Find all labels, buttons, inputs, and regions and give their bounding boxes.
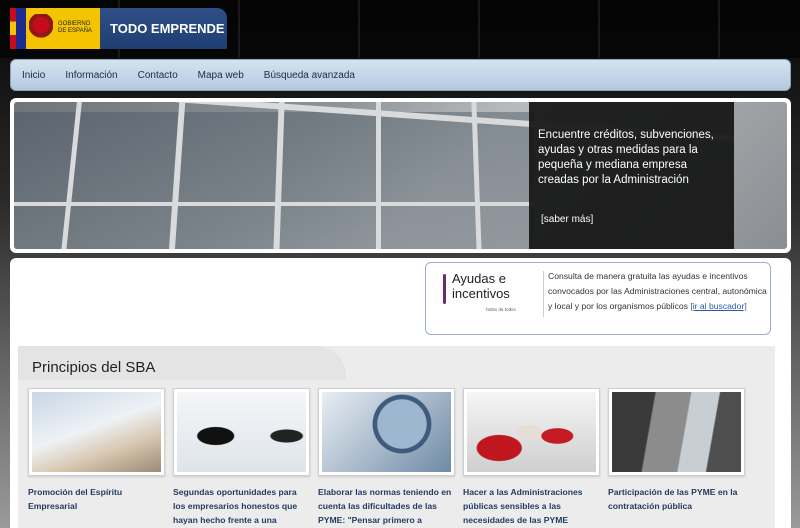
hero-image: Encuentre créditos, subvenciones, ayudas… [14,102,787,249]
principio-card[interactable]: Segundas oportunidades para los empresar… [173,388,310,527]
beam [14,202,534,206]
nav-item-contacto[interactable]: Contacto [138,70,178,81]
card-caption[interactable]: Promoción del Espíritu Empresarial [28,485,165,513]
ayudas-description: Consulta de manera gratuita las ayudas e… [548,269,768,314]
hero-banner: Encuentre créditos, subvenciones, ayudas… [10,98,791,253]
principio-card[interactable]: Elaborar las normas teniendo en cuenta l… [318,388,455,527]
principio-card[interactable]: Hacer a las Administraciones públicas se… [463,388,600,527]
gov-line-1: GOBIERNO [58,21,91,27]
saber-mas-link[interactable]: [saber más] [541,214,593,225]
card-thumbnail [173,388,310,476]
ayudas-title-2: incentivos [452,286,510,301]
government-shield: GOBIERNO DE ESPAÑA [10,8,100,49]
ayudas-incentivos-box: Ayudas e incentivos todos de todos Consu… [425,262,771,335]
flag-band [16,8,26,49]
ayudas-logo-title: Ayudas e incentivos [452,271,510,301]
site-title: TODO EMPRENDE [100,8,227,49]
hero-caption-text: Encuentre créditos, subvenciones, ayudas… [538,129,714,186]
ayudas-logo-icon [443,274,446,304]
coat-of-arms-icon [29,14,53,42]
principios-title: Principios del SBA [32,359,156,376]
ayudas-logo[interactable]: Ayudas e incentivos todos de todos [440,271,544,317]
nav-item-inicio[interactable]: Inicio [22,70,45,81]
gov-line-2: DE ESPAÑA [58,28,92,34]
hero-caption-box: Encuentre créditos, subvenciones, ayudas… [529,102,734,249]
beam [376,102,381,249]
ir-al-buscador-link[interactable]: [ir al buscador] [690,301,746,311]
ayudas-title-1: Ayudas e [452,271,506,286]
card-caption[interactable]: Participación de las PYME en la contrata… [608,485,745,513]
government-label: GOBIERNO DE ESPAÑA [58,21,92,35]
ayudas-subtitle: todos de todos [486,307,516,312]
content-panel: Ayudas e incentivos todos de todos Consu… [10,258,791,528]
principio-card[interactable]: Participación de las PYME en la contrata… [608,388,745,527]
site-logo[interactable]: GOBIERNO DE ESPAÑA TODO EMPRENDE [10,8,227,49]
nav-item-busqueda-avanzada[interactable]: Búsqueda avanzada [264,70,355,81]
card-thumbnail [463,388,600,476]
nav-item-informacion[interactable]: Información [65,70,117,81]
card-caption[interactable]: Elaborar las normas teniendo en cuenta l… [318,485,455,527]
card-thumbnail [608,388,745,476]
nav-item-mapa-web[interactable]: Mapa web [198,70,244,81]
card-thumbnail [28,388,165,476]
principios-section: Principios del SBA Promoción del Espírit… [18,346,775,528]
card-caption[interactable]: Hacer a las Administraciones públicas se… [463,485,600,527]
main-nav: Inicio Información Contacto Mapa web Bús… [10,59,791,91]
principios-cards: Promoción del Espíritu Empresarial Segun… [28,388,753,527]
principio-card[interactable]: Promoción del Espíritu Empresarial [28,388,165,527]
card-thumbnail [318,388,455,476]
card-caption[interactable]: Segundas oportunidades para los empresar… [173,485,310,527]
